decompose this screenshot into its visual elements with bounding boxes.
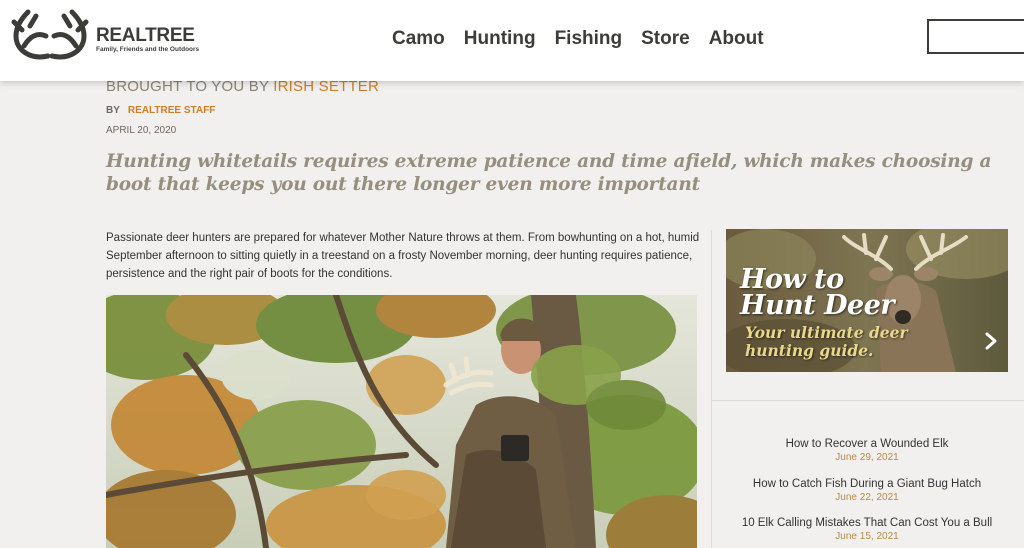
promo-title: How to Hunt Deer <box>740 266 895 321</box>
promo-title-line2: Hunt Deer <box>740 290 895 321</box>
hunter-in-treestand-with-antlers-photo <box>106 295 697 548</box>
brand-tagline: Family, Friends and the Outdoors <box>96 46 200 53</box>
story-date: June 22, 2021 <box>835 491 899 503</box>
brand-name: REALTREE <box>96 25 195 46</box>
chevron-right-icon[interactable] <box>984 331 998 351</box>
story-title[interactable]: How to Catch Fish During a Giant Bug Hat… <box>726 477 1008 491</box>
nav-store[interactable]: Store <box>641 28 690 50</box>
promo-subtitle-line2: hunting guide. <box>745 341 874 360</box>
promo-subtitle: Your ultimate deer hunting guide. <box>745 324 908 360</box>
story-date: June 15, 2021 <box>835 531 899 542</box>
author-link[interactable]: REALTREE STAFF <box>128 105 215 116</box>
promo-subtitle-line1: Your ultimate deer <box>745 323 908 342</box>
site-header: REALTREE Family, Friends and the Outdoor… <box>0 0 1024 81</box>
article-paragraph: Passionate deer hunters are prepared for… <box>106 232 700 280</box>
list-item[interactable]: How to Recover a Wounded Elk June 29, 20… <box>726 437 1008 477</box>
antler-logo-icon[interactable] <box>8 6 92 64</box>
main-nav: Camo Hunting Fishing Store About <box>392 28 783 50</box>
publish-date: APRIL 20, 2020 <box>106 125 177 136</box>
how-to-hunt-deer-promo[interactable]: How to Hunt Deer Your ultimate deer hunt… <box>726 229 1008 372</box>
article-deck: Hunting whitetails requires extreme pati… <box>106 151 992 195</box>
by-label: BY <box>106 105 120 116</box>
related-stories-list: How to Recover a Wounded Elk June 29, 20… <box>726 437 1008 548</box>
list-item[interactable]: 10 Elk Calling Mistakes That Can Cost Yo… <box>726 516 1008 548</box>
story-title[interactable]: How to Recover a Wounded Elk <box>726 437 1008 451</box>
search-input[interactable] <box>927 19 1024 54</box>
byline: BY REALTREE STAFF <box>106 105 215 116</box>
brand[interactable]: REALTREE Family, Friends and the Outdoor… <box>96 26 199 54</box>
list-item[interactable]: How to Catch Fish During a Giant Bug Hat… <box>726 477 1008 517</box>
nav-camo[interactable]: Camo <box>392 28 445 50</box>
nav-fishing[interactable]: Fishing <box>555 28 623 50</box>
story-title[interactable]: 10 Elk Calling Mistakes That Can Cost Yo… <box>726 516 1008 530</box>
nav-hunting[interactable]: Hunting <box>464 28 536 50</box>
sidebar-divider <box>711 230 712 548</box>
nav-about[interactable]: About <box>709 28 764 50</box>
sidebar-horizontal-divider <box>712 400 1024 401</box>
story-date: June 29, 2021 <box>835 452 899 463</box>
